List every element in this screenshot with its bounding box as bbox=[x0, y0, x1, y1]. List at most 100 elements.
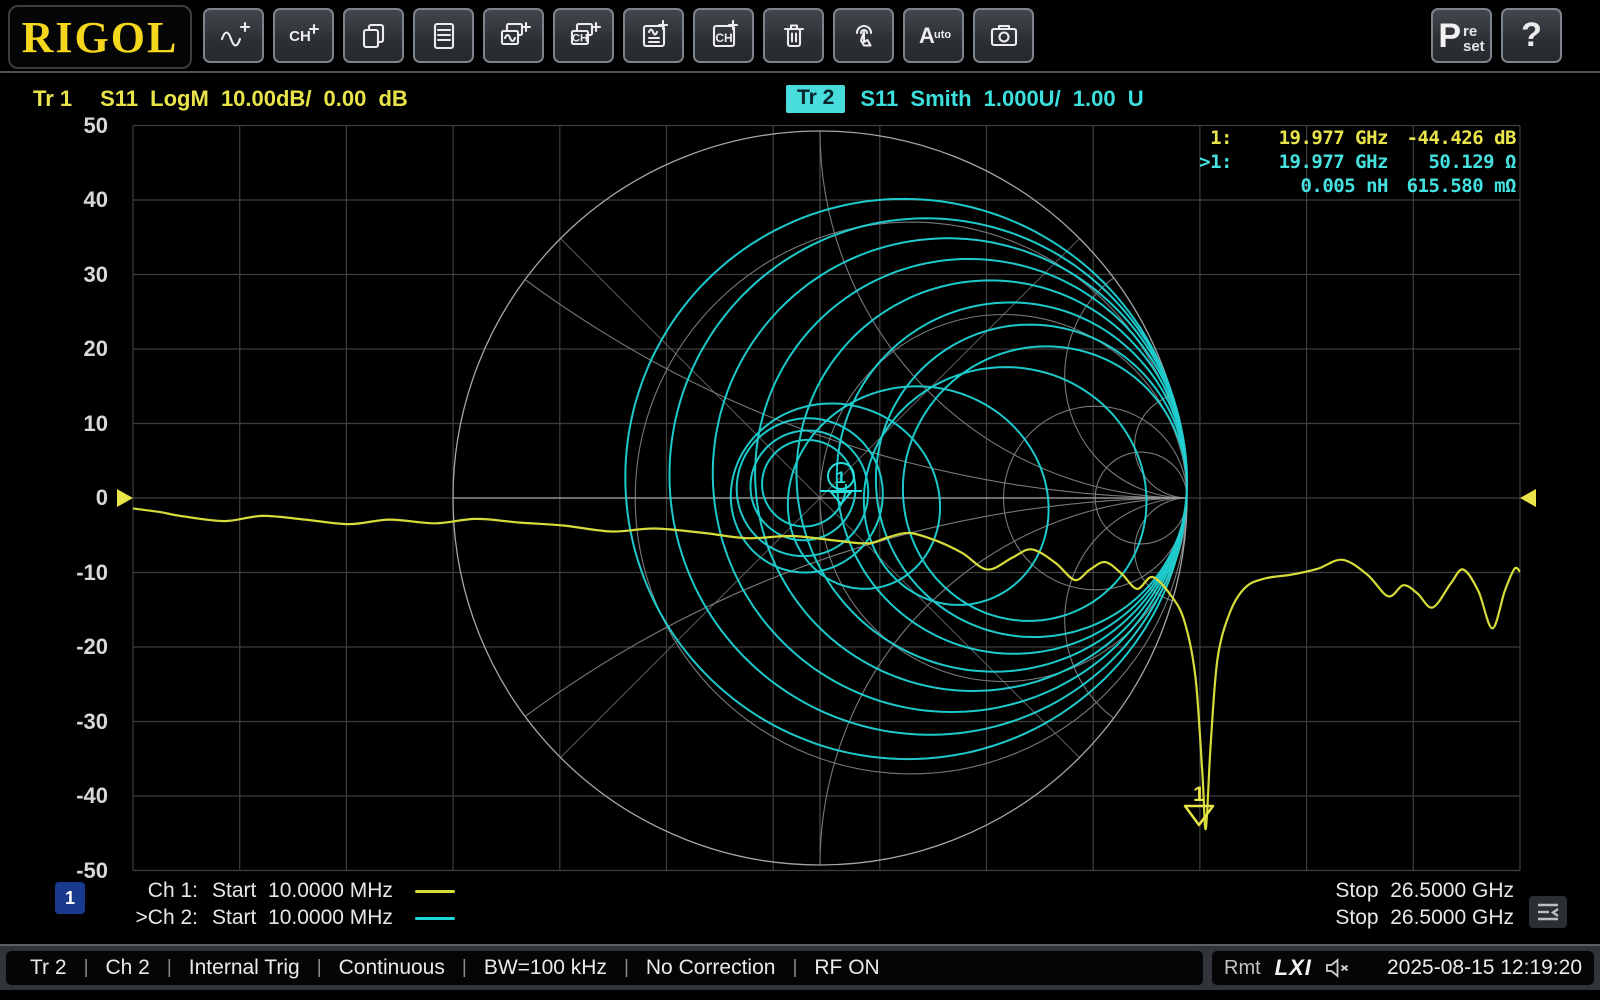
ref-level-arrow-right[interactable] bbox=[1520, 489, 1536, 507]
trace1-annotation[interactable]: Tr 1 S11 LogM 10.00dB/ 0.00 dB bbox=[33, 86, 408, 112]
status-separator: | bbox=[792, 957, 797, 979]
auto-scale-icon: Auto bbox=[916, 20, 952, 52]
mute-icon[interactable] bbox=[1324, 957, 1350, 979]
trace-add-icon bbox=[216, 20, 252, 52]
preset-label-bottom: set bbox=[1463, 39, 1485, 54]
touch-button[interactable] bbox=[833, 8, 894, 63]
svg-text:CH: CH bbox=[572, 32, 588, 44]
status-item[interactable]: Tr 2 bbox=[30, 956, 67, 980]
status-separator: | bbox=[84, 957, 89, 979]
status-items: Tr 2 | Ch 2 | Internal Trig | Continuous | BW=10… bbox=[6, 951, 1203, 985]
status-right: Rmt LXI 2025-08-15 12:19:20 bbox=[1212, 951, 1594, 985]
channel-label: Ch 1: bbox=[118, 879, 198, 903]
marker-label: >1: bbox=[1132, 151, 1232, 175]
y-tick-50: 50 bbox=[20, 113, 108, 139]
marker-label: 1: bbox=[1132, 127, 1232, 151]
auto-scale-button[interactable]: Auto bbox=[903, 8, 964, 63]
copy-trace-icon bbox=[356, 20, 392, 52]
y-tick-30: 30 bbox=[20, 262, 108, 288]
status-item[interactable]: Internal Trig bbox=[189, 956, 300, 980]
channel-stop: Stop 26.5000 GHz bbox=[1335, 905, 1514, 931]
channel-add-icon: CH bbox=[286, 20, 322, 52]
window-trace-add-icon bbox=[496, 20, 532, 52]
marker-readout-row: >1:19.977 GHz50.129 Ω bbox=[1132, 151, 1516, 175]
window-trace-add-button[interactable] bbox=[483, 8, 544, 63]
preset-label-top: re bbox=[1463, 24, 1485, 39]
trace1-detail: S11 LogM 10.00dB/ 0.00 dB bbox=[100, 86, 408, 112]
trace1-label: Tr 1 bbox=[33, 86, 72, 112]
channel-stop: Stop 26.5000 GHz bbox=[1335, 878, 1514, 904]
y-tick--50: -50 bbox=[20, 858, 108, 884]
marker-readout-row: 1:19.977 GHz-44.426 dB bbox=[1132, 127, 1516, 151]
marker-readout-row: 0.005 nH615.580 mΩ bbox=[1132, 175, 1516, 199]
screenshot-icon bbox=[986, 20, 1022, 52]
measure-table-icon bbox=[426, 20, 462, 52]
status-separator: | bbox=[462, 957, 467, 979]
status-item[interactable]: Continuous bbox=[339, 956, 445, 980]
status-separator: | bbox=[317, 957, 322, 979]
svg-text:1: 1 bbox=[836, 468, 845, 487]
y-tick--30: -30 bbox=[20, 709, 108, 735]
status-separator: | bbox=[167, 957, 172, 979]
toolbar: RIGOL CH CH CH Auto P re set ? bbox=[0, 0, 1600, 72]
delete-button[interactable] bbox=[763, 8, 824, 63]
clipboard-trace-add-button[interactable] bbox=[623, 8, 684, 63]
trace-color-swatch bbox=[415, 917, 455, 920]
trace2-active-badge[interactable]: Tr 2 bbox=[786, 85, 845, 113]
channel-add-button[interactable]: CH bbox=[273, 8, 334, 63]
y-tick-40: 40 bbox=[20, 187, 108, 213]
svg-text:1: 1 bbox=[1193, 783, 1205, 806]
preset-button[interactable]: P re set bbox=[1431, 8, 1492, 63]
lxi-indicator: LXI bbox=[1275, 955, 1312, 981]
toolbar-buttons: CH CH CH Auto bbox=[203, 8, 1034, 63]
clipboard-channel-add-button[interactable]: CH bbox=[693, 8, 754, 63]
y-tick--10: -10 bbox=[20, 560, 108, 586]
trace1-logm-curve[interactable] bbox=[133, 508, 1520, 829]
toolbar-separator bbox=[0, 71, 1600, 73]
measure-table-button[interactable] bbox=[413, 8, 474, 63]
y-tick-0: 0 bbox=[20, 485, 108, 511]
channel-label: >Ch 2: bbox=[118, 906, 198, 930]
window-channel-add-button[interactable]: CH bbox=[553, 8, 614, 63]
status-separator: | bbox=[624, 957, 629, 979]
screenshot-button[interactable] bbox=[973, 8, 1034, 63]
status-item[interactable]: Ch 2 bbox=[106, 956, 150, 980]
marker-value: -44.426 dB bbox=[1388, 127, 1516, 151]
window-number-badge[interactable]: 1 bbox=[55, 882, 85, 914]
datetime: 2025-08-15 12:19:20 bbox=[1387, 956, 1582, 980]
window-channel-add-icon: CH bbox=[566, 20, 602, 52]
trace2-annotation[interactable]: Tr 2 S11 Smith 1.000U/ 1.00 U bbox=[786, 85, 1144, 113]
preset-label-big: P bbox=[1438, 21, 1461, 51]
collapse-menu-icon bbox=[1534, 900, 1562, 924]
status-item[interactable]: BW=100 kHz bbox=[484, 956, 607, 980]
trace-color-swatch bbox=[415, 890, 455, 893]
svg-text:CH: CH bbox=[289, 28, 311, 45]
marker-readout: 1:19.977 GHz-44.426 dB>1:19.977 GHz50.12… bbox=[1132, 127, 1516, 199]
copy-trace-button[interactable] bbox=[343, 8, 404, 63]
trace2-detail: S11 Smith 1.000U/ 1.00 U bbox=[860, 86, 1143, 112]
status-item[interactable]: RF ON bbox=[814, 956, 879, 980]
marker-value: 615.580 mΩ bbox=[1388, 175, 1516, 199]
vna-screen: 1 1 RIGOL CH CH CH Auto P re set ? Tr 1 S11 … bbox=[0, 0, 1600, 1000]
ref-level-arrow-left[interactable] bbox=[117, 489, 133, 507]
channel-start: Start 10.0000 MHz bbox=[212, 906, 393, 930]
channel-row[interactable]: >Ch 2: Start 10.0000 MHz bbox=[118, 905, 455, 931]
status-item[interactable]: No Correction bbox=[646, 956, 776, 980]
channel-start: Start 10.0000 MHz bbox=[212, 879, 393, 903]
y-tick-10: 10 bbox=[20, 411, 108, 437]
marker-value: 50.129 Ω bbox=[1388, 151, 1516, 175]
rigol-logo: RIGOL bbox=[8, 5, 192, 69]
menu-collapse-button[interactable] bbox=[1529, 896, 1567, 928]
channel-row[interactable]: Ch 1: Start 10.0000 MHz bbox=[118, 878, 455, 904]
help-button[interactable]: ? bbox=[1501, 8, 1562, 63]
marker-freq: 0.005 nH bbox=[1232, 175, 1388, 199]
svg-text:uto: uto bbox=[934, 29, 951, 41]
marker-freq: 19.977 GHz bbox=[1232, 127, 1388, 151]
y-tick--20: -20 bbox=[20, 634, 108, 660]
status-bar: Tr 2 | Ch 2 | Internal Trig | Continuous | BW=10… bbox=[0, 944, 1600, 990]
svg-text:CH: CH bbox=[715, 31, 732, 45]
marker-freq: 19.977 GHz bbox=[1232, 151, 1388, 175]
y-tick-20: 20 bbox=[20, 336, 108, 362]
trace2-smith-curve[interactable] bbox=[625, 199, 1187, 759]
trace-add-button[interactable] bbox=[203, 8, 264, 63]
